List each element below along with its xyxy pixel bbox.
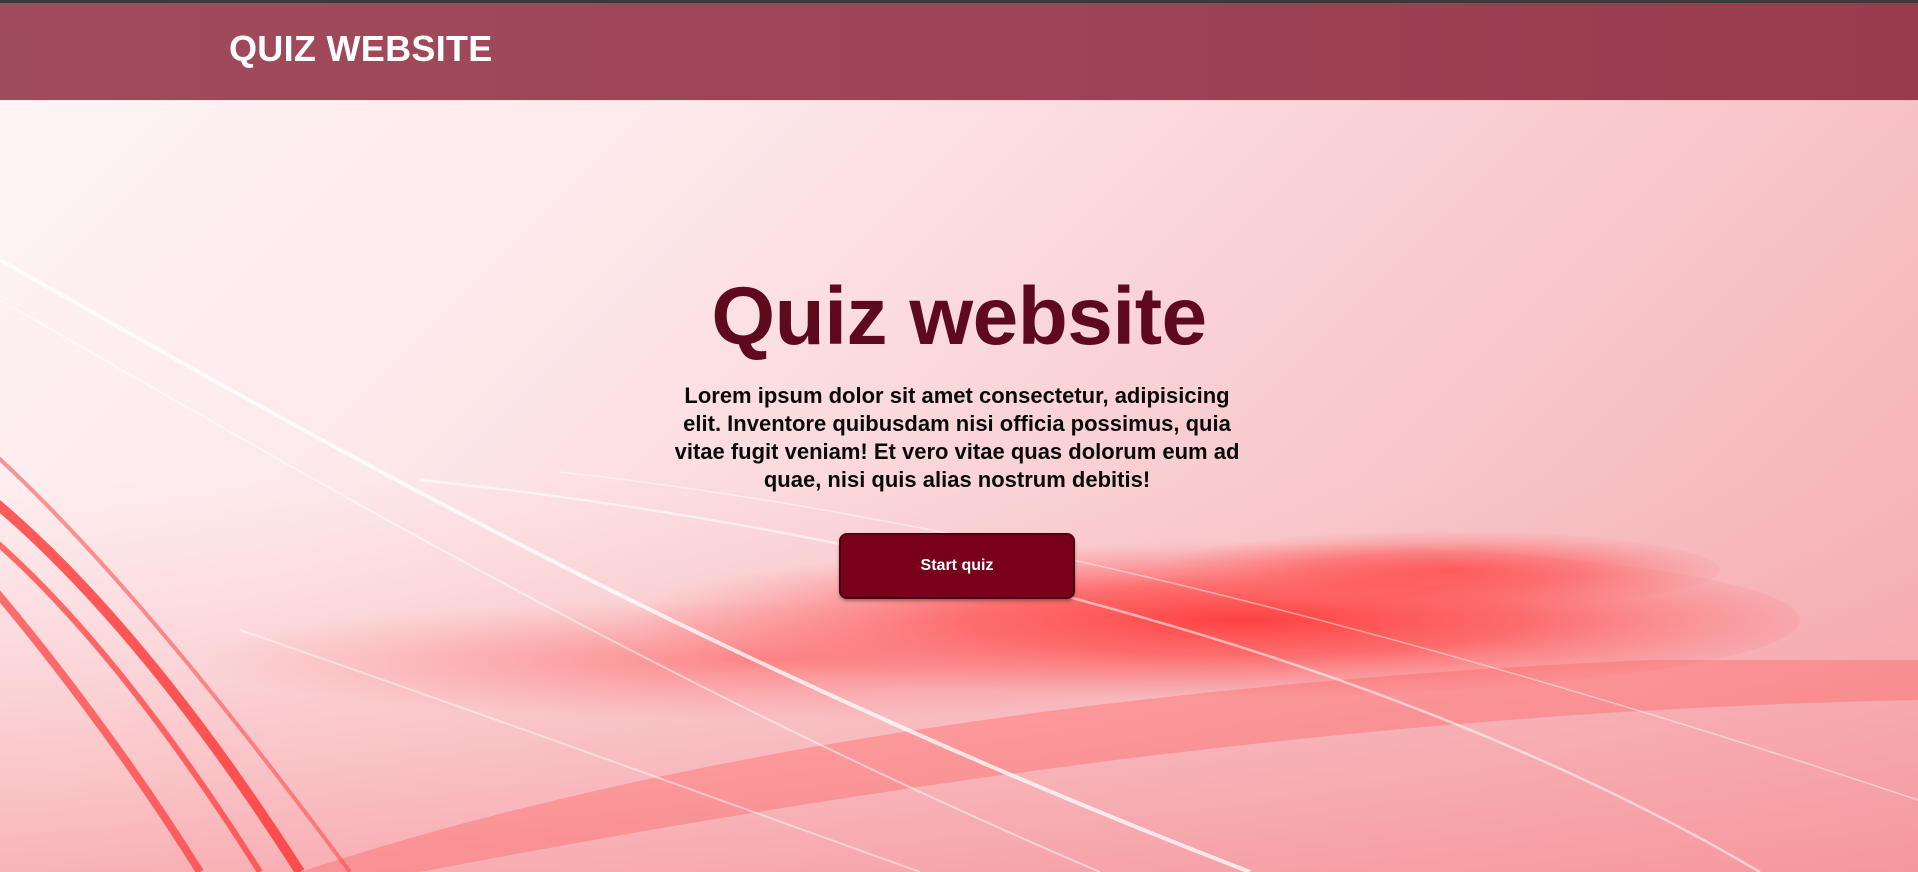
start-quiz-button[interactable]: Start quiz <box>839 533 1075 599</box>
hero-description: Lorem ipsum dolor sit amet consectetur, … <box>674 383 1240 492</box>
hero-title: Quiz website <box>711 271 1207 362</box>
top-border <box>0 0 1918 3</box>
site-brand[interactable]: QUIZ WEBSITE <box>229 31 493 67</box>
hero-section: Quiz website Lorem ipsum dolor sit amet … <box>0 100 1918 872</box>
page: QUIZ WEBSITE Quiz website Lorem ipsum do… <box>0 0 1918 872</box>
site-header: QUIZ WEBSITE <box>0 3 1918 100</box>
